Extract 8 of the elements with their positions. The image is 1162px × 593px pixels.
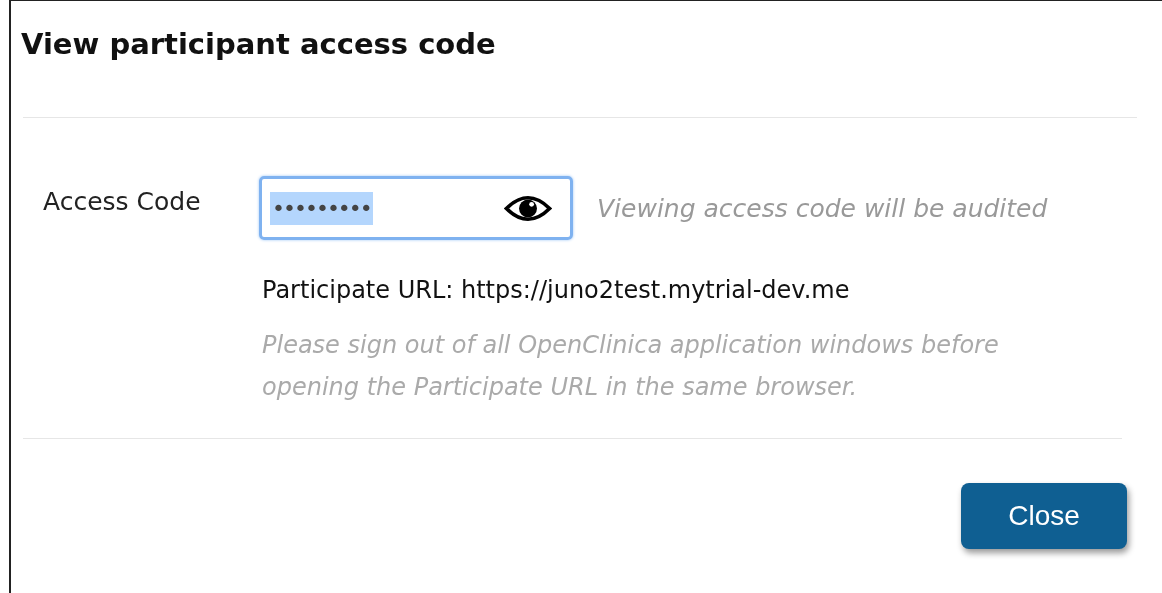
close-button[interactable]: Close bbox=[961, 483, 1127, 549]
access-code-field[interactable]: ••••••••• bbox=[259, 176, 573, 240]
eye-icon[interactable] bbox=[504, 193, 552, 223]
dialog-title: View participant access code bbox=[20, 26, 497, 63]
participate-url: Participate URL: https://juno2test.mytrial-dev.me bbox=[262, 276, 851, 304]
sign-out-note: Please sign out of all OpenClinica application windows before opening the Participate URL in the same browser. bbox=[262, 330, 1000, 403]
access-code-label: Access Code bbox=[43, 186, 202, 216]
audit-hint: Viewing access code will be audited bbox=[597, 193, 1048, 223]
